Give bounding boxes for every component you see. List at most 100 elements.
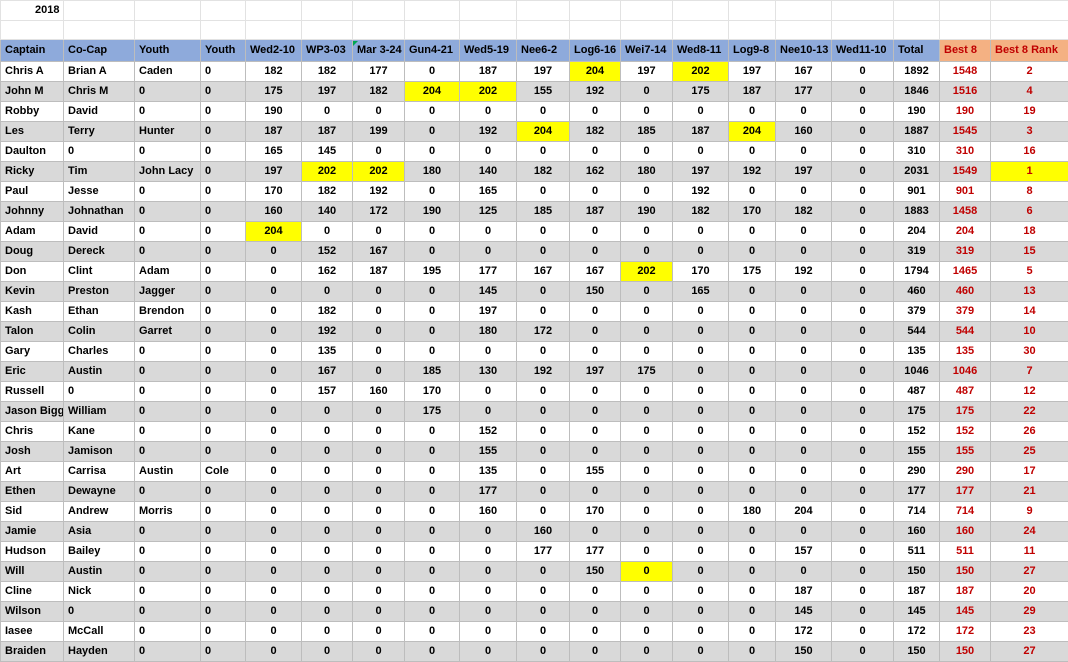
table-cell[interactable]: 182	[776, 202, 832, 222]
table-cell[interactable]: 0	[570, 642, 621, 662]
table-cell[interactable]: 0	[832, 522, 894, 542]
table-cell[interactable]: 22	[991, 402, 1068, 422]
table-cell[interactable]: Jamison	[64, 442, 135, 462]
table-cell[interactable]: 155	[940, 442, 991, 462]
table-cell[interactable]: 0	[302, 422, 353, 442]
table-cell[interactable]: 204	[246, 222, 302, 242]
table-cell[interactable]: 0	[201, 62, 246, 82]
table-cell[interactable]: 0	[832, 322, 894, 342]
table-cell[interactable]: 0	[729, 182, 776, 202]
table-cell[interactable]: 145	[894, 602, 940, 622]
table-cell[interactable]: 0	[832, 62, 894, 82]
table-cell[interactable]: 197	[517, 62, 570, 82]
table-cell[interactable]: 0	[570, 102, 621, 122]
table-cell[interactable]: 0	[832, 642, 894, 662]
table-cell[interactable]: 0	[832, 222, 894, 242]
table-cell[interactable]: 0	[570, 322, 621, 342]
table-cell[interactable]: 0	[570, 242, 621, 262]
table-cell[interactable]: 185	[405, 362, 460, 382]
table-cell[interactable]: 0	[460, 562, 517, 582]
table-cell[interactable]: 0	[405, 462, 460, 482]
blank-cell[interactable]	[570, 21, 621, 40]
table-cell[interactable]: 0	[302, 282, 353, 302]
table-cell[interactable]: 0	[621, 342, 673, 362]
table-cell[interactable]: 0	[729, 562, 776, 582]
table-cell[interactable]: 197	[302, 82, 353, 102]
table-cell[interactable]: 26	[991, 422, 1068, 442]
table-cell[interactable]: Chris A	[1, 62, 64, 82]
table-cell[interactable]: 0	[729, 282, 776, 302]
table-cell[interactable]: 1046	[894, 362, 940, 382]
table-cell[interactable]: Gary	[1, 342, 64, 362]
table-cell[interactable]: 155	[894, 442, 940, 462]
table-cell[interactable]: Cole	[201, 462, 246, 482]
table-cell[interactable]: 0	[729, 242, 776, 262]
table-cell[interactable]: 145	[940, 602, 991, 622]
table-cell[interactable]: 0	[135, 342, 201, 362]
table-cell[interactable]: 0	[621, 642, 673, 662]
table-cell[interactable]: 167	[353, 242, 405, 262]
table-cell[interactable]: 0	[405, 642, 460, 662]
table-cell[interactable]: 0	[353, 622, 405, 642]
column-header[interactable]: Log6-16	[570, 40, 621, 62]
table-cell[interactable]: 13	[991, 282, 1068, 302]
column-header[interactable]: Log9-8	[729, 40, 776, 62]
blank-cell[interactable]	[201, 1, 246, 21]
table-cell[interactable]: 0	[570, 182, 621, 202]
table-cell[interactable]: 160	[460, 502, 517, 522]
table-cell[interactable]: 180	[460, 322, 517, 342]
table-cell[interactable]: 25	[991, 442, 1068, 462]
table-cell[interactable]: 0	[201, 642, 246, 662]
table-cell[interactable]: 24	[991, 522, 1068, 542]
table-cell[interactable]: 162	[570, 162, 621, 182]
table-cell[interactable]: 27	[991, 642, 1068, 662]
table-cell[interactable]: 0	[460, 622, 517, 642]
table-cell[interactable]: Chris M	[64, 82, 135, 102]
table-cell[interactable]: 0	[460, 642, 517, 662]
table-cell[interactable]: 192	[570, 82, 621, 102]
table-cell[interactable]: 0	[135, 182, 201, 202]
table-cell[interactable]: 0	[246, 282, 302, 302]
table-cell[interactable]: Johnathan	[64, 202, 135, 222]
table-cell[interactable]: 27	[991, 562, 1068, 582]
table-cell[interactable]: 0	[405, 602, 460, 622]
table-cell[interactable]: 0	[302, 542, 353, 562]
table-cell[interactable]: 0	[776, 242, 832, 262]
table-cell[interactable]: 511	[894, 542, 940, 562]
table-cell[interactable]: 0	[201, 102, 246, 122]
blank-cell[interactable]	[246, 21, 302, 40]
table-cell[interactable]: 0	[460, 382, 517, 402]
table-cell[interactable]: 0	[405, 542, 460, 562]
table-cell[interactable]: 0	[673, 222, 729, 242]
table-cell[interactable]: Ethen	[1, 482, 64, 502]
table-cell[interactable]: 0	[201, 82, 246, 102]
table-cell[interactable]: 0	[353, 442, 405, 462]
table-cell[interactable]: 0	[302, 642, 353, 662]
table-cell[interactable]: 0	[570, 522, 621, 542]
table-cell[interactable]: 0	[729, 582, 776, 602]
table-cell[interactable]: 0	[460, 522, 517, 542]
table-cell[interactable]: 175	[940, 402, 991, 422]
table-cell[interactable]: 0	[729, 382, 776, 402]
table-cell[interactable]: 7	[991, 362, 1068, 382]
table-cell[interactable]: Preston	[64, 282, 135, 302]
table-cell[interactable]: Russell	[1, 382, 64, 402]
table-cell[interactable]: 0	[201, 582, 246, 602]
table-cell[interactable]: 0	[673, 102, 729, 122]
table-cell[interactable]: Jason Bigg	[1, 402, 64, 422]
table-cell[interactable]: William	[64, 402, 135, 422]
table-cell[interactable]: 0	[517, 502, 570, 522]
table-cell[interactable]: 460	[894, 282, 940, 302]
table-cell[interactable]: 187	[776, 582, 832, 602]
table-cell[interactable]: 29	[991, 602, 1068, 622]
table-cell[interactable]: 0	[621, 542, 673, 562]
column-header[interactable]: Gun4-21	[405, 40, 460, 62]
table-cell[interactable]: 0	[302, 462, 353, 482]
table-cell[interactable]: Carrisa	[64, 462, 135, 482]
table-cell[interactable]: 0	[460, 222, 517, 242]
table-cell[interactable]: 0	[201, 202, 246, 222]
table-cell[interactable]: 187	[302, 122, 353, 142]
table-cell[interactable]: 125	[460, 202, 517, 222]
table-cell[interactable]: 0	[517, 462, 570, 482]
table-cell[interactable]: 0	[570, 222, 621, 242]
